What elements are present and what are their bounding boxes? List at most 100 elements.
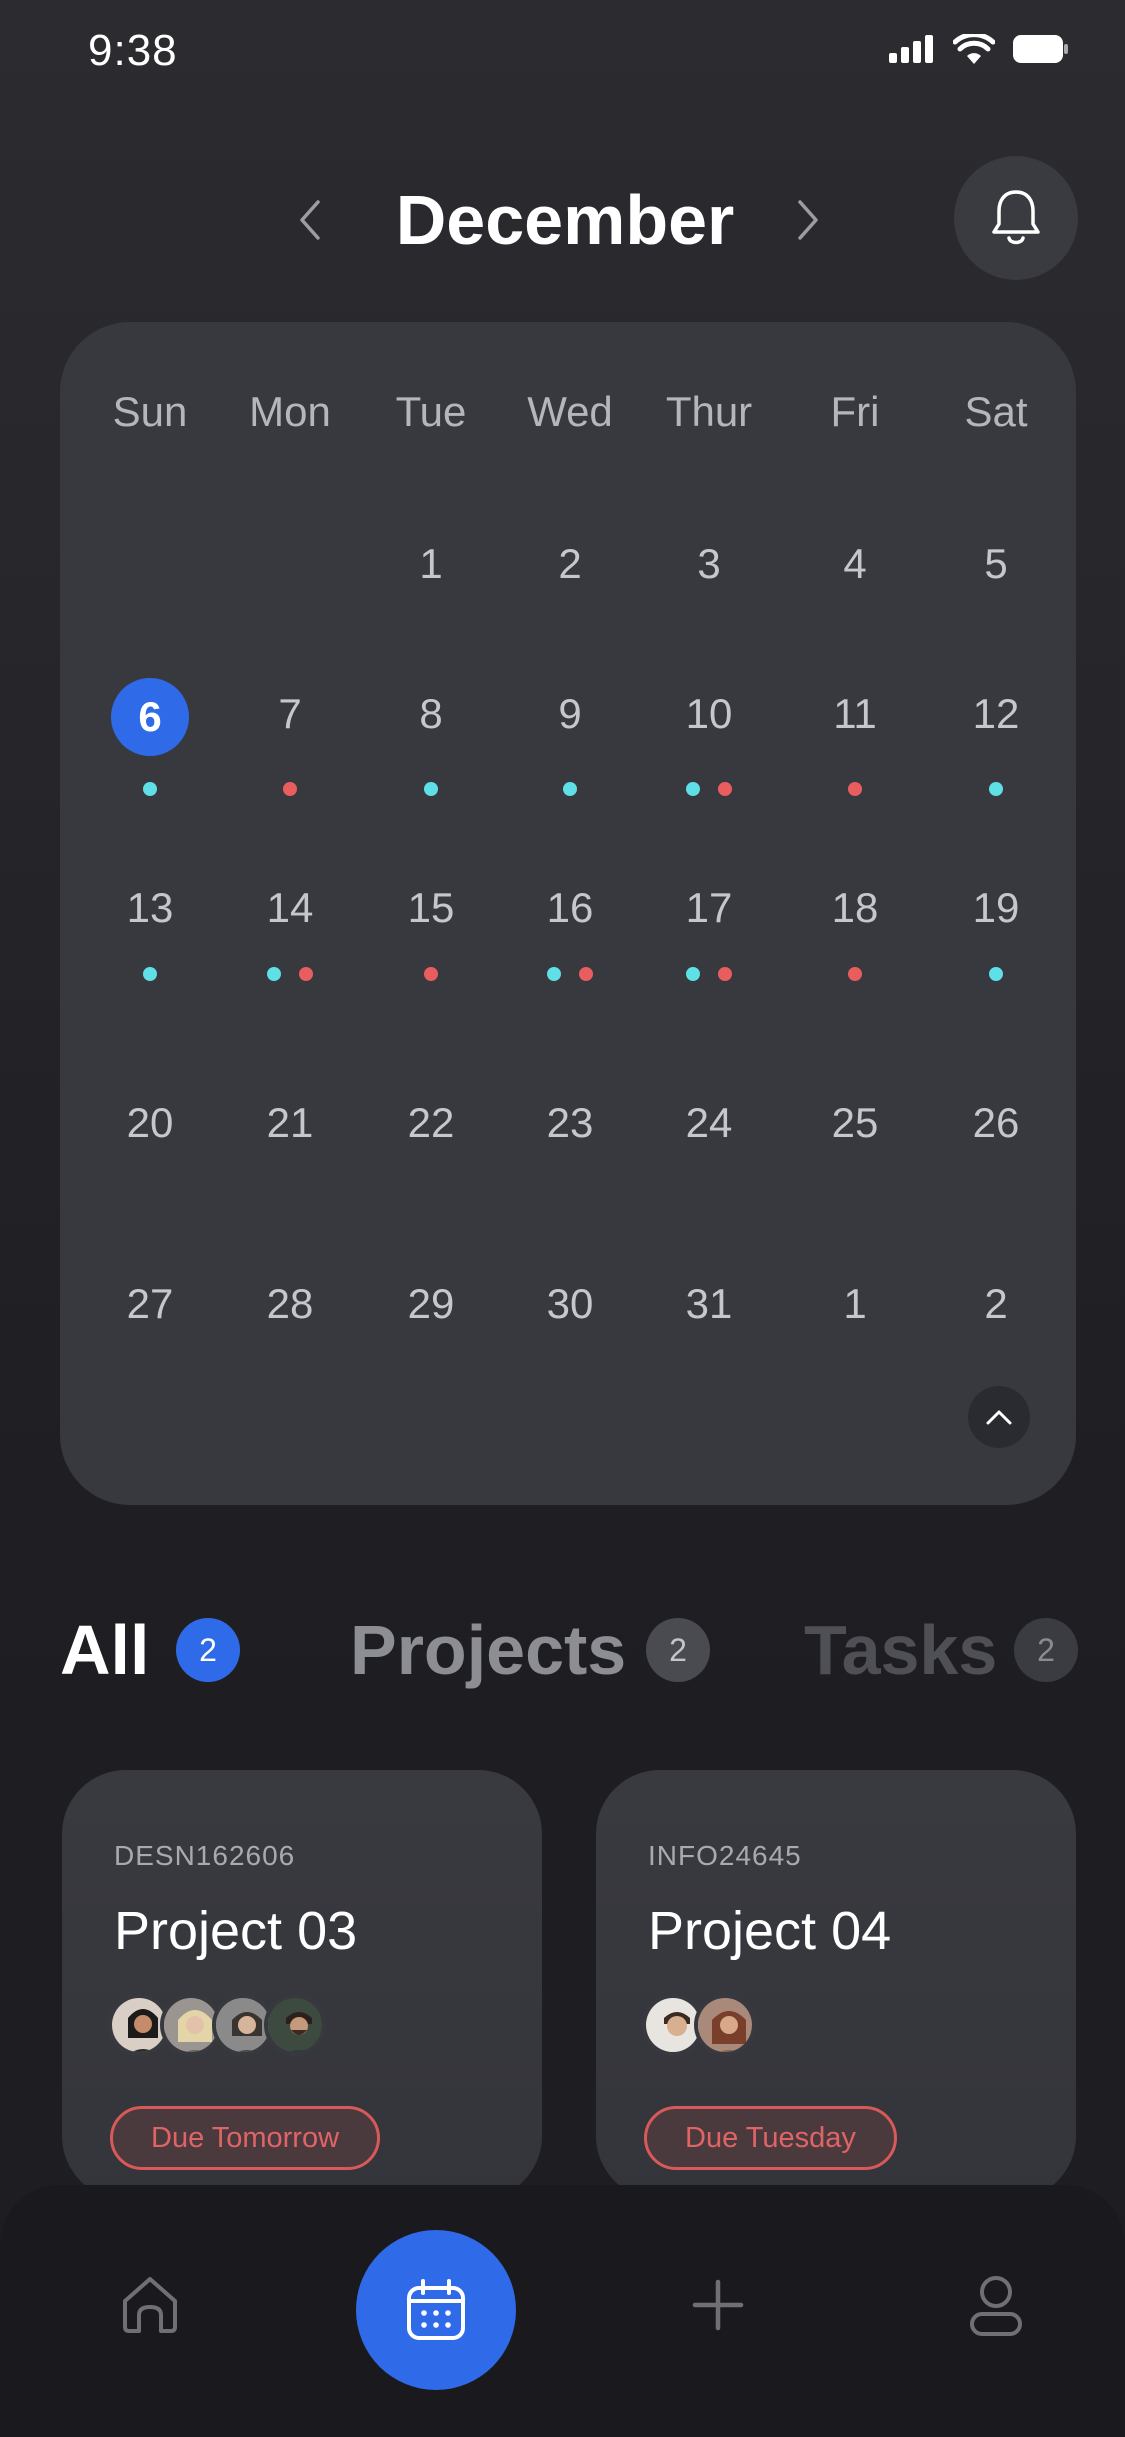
due-status-badge: Due Tomorrow [110,2106,381,2170]
calendar-day[interactable]: 29 [381,1280,481,1328]
event-indicators [100,967,200,981]
project-code: INFO24645 [648,1840,802,1871]
calendar-card: Sun Mon Tue Wed Thur Fri Sat 1 2 3 4 5 6 7 8 9 10 11 12 13… [60,322,1076,1505]
calendar-day[interactable]: 9 [520,690,620,738]
chevron-left-icon [300,200,320,240]
event-dot-cyan [547,967,561,981]
project-title: Project 04 [648,1901,892,1961]
bell-icon [992,190,1040,245]
chevron-right-icon [798,200,818,240]
battery-icon [1013,35,1068,63]
chevron-up-icon [986,1410,1012,1425]
event-dot-red [848,967,862,981]
event-indicators [659,782,759,796]
calendar-day[interactable]: 13 [100,884,200,932]
project-card[interactable]: INFO24645 Project 04 Due Tuesday [596,1770,1076,2200]
due-status-badge: Due Tuesday [644,2106,897,2170]
next-month-button[interactable] [788,190,828,250]
calendar-day[interactable]: 4 [805,540,905,588]
calendar-day[interactable]: 12 [946,690,1046,738]
project-title: Project 03 [114,1901,358,1961]
event-dot-cyan [143,967,157,981]
calendar-day[interactable]: 26 [946,1099,1046,1147]
tab-projects[interactable]: Projects [350,1610,626,1690]
event-dot-red [718,782,732,796]
calendar-day[interactable]: 19 [946,884,1046,932]
calendar-day[interactable]: 11 [805,690,905,738]
event-indicators [381,967,481,981]
event-indicators [659,967,759,981]
calendar-day[interactable]: 17 [659,884,759,932]
calendar-day[interactable]: 1 [805,1280,905,1328]
event-indicators [520,782,620,796]
weekday-label: Fri [830,388,880,435]
tab-all[interactable]: All [60,1610,149,1690]
tab-all-count-badge: 2 [176,1618,240,1682]
event-dot-red [283,782,297,796]
project-members [108,1994,326,2056]
calendar-day[interactable]: 15 [381,884,481,932]
event-indicators [805,967,905,981]
nav-add-button[interactable] [678,2265,758,2345]
calendar-day[interactable]: 27 [100,1280,200,1328]
tab-tasks[interactable]: Tasks [804,1610,997,1690]
weekday-label: Sun [112,388,188,435]
calendar-day[interactable]: 24 [659,1099,759,1147]
calendar-day[interactable]: 21 [240,1099,340,1147]
calendar-day[interactable]: 2 [946,1280,1046,1328]
event-dot-red [299,967,313,981]
status-icons [889,34,1069,64]
calendar-day[interactable]: 14 [240,884,340,932]
event-dot-red [579,967,593,981]
notifications-button[interactable] [954,156,1078,280]
calendar-day[interactable]: 7 [240,690,340,738]
calendar-day[interactable]: 22 [381,1099,481,1147]
avatar [264,1994,326,2056]
event-dot-red [848,782,862,796]
event-indicators [240,967,340,981]
nav-calendar-button[interactable] [356,2230,516,2390]
calendar-day[interactable]: 28 [240,1280,340,1328]
prev-month-button[interactable] [290,190,330,250]
calendar-day[interactable]: 3 [659,540,759,588]
calendar-day[interactable]: 16 [520,884,620,932]
event-dot-red [718,967,732,981]
event-indicators [946,782,1046,796]
calendar-day[interactable]: 5 [946,540,1046,588]
avatar [694,1994,756,2056]
calendar-day[interactable]: 2 [520,540,620,588]
weekday-label: Sat [964,388,1028,435]
bottom-navigation [0,2185,1125,2437]
project-card[interactable]: DESN162606 Project 03 Due Tomorrow [62,1770,542,2200]
event-indicators [520,967,620,981]
wifi-icon [953,34,995,64]
event-indicators [100,782,200,796]
status-time: 9:38 [88,26,178,75]
event-dot-cyan [686,967,700,981]
nav-home-button[interactable] [110,2265,190,2345]
user-icon [970,2276,1022,2336]
plus-icon [692,2279,744,2331]
calendar-day[interactable]: 20 [100,1099,200,1147]
calendar-day-today[interactable]: 6 [111,678,189,756]
calendar-day[interactable]: 30 [520,1280,620,1328]
calendar-day[interactable]: 25 [805,1099,905,1147]
status-bar: 9:38 [0,0,1125,110]
event-dot-red [424,967,438,981]
collapse-calendar-button[interactable] [968,1386,1030,1448]
calendar-day[interactable]: 31 [659,1280,759,1328]
weekday-label: Tue [395,388,467,435]
calendar-day[interactable]: 23 [520,1099,620,1147]
nav-profile-button[interactable] [956,2265,1036,2345]
event-dot-cyan [686,782,700,796]
calendar-day[interactable]: 8 [381,690,481,738]
month-title: December [395,181,735,259]
calendar-day[interactable]: 10 [659,690,759,738]
event-dot-cyan [989,782,1003,796]
calendar-day[interactable]: 18 [805,884,905,932]
weekday-label: Mon [249,388,331,435]
weekday-label: Thur [665,388,753,435]
event-indicators [946,967,1046,981]
tab-tasks-count-badge: 2 [1014,1618,1078,1682]
calendar-day[interactable]: 1 [381,540,481,588]
